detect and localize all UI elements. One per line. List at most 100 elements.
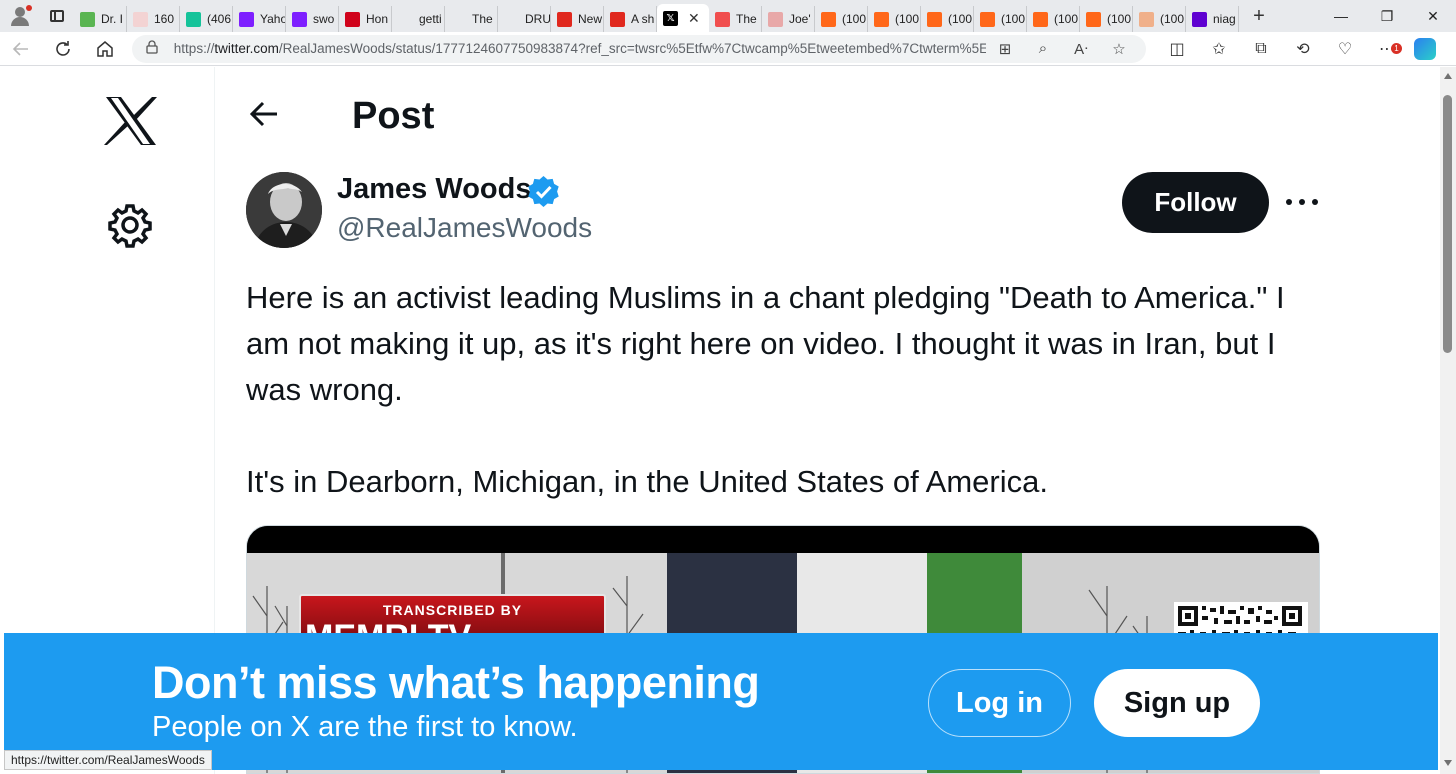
play-icon (80, 11, 95, 27)
banner-subheading: People on X are the first to know. (152, 711, 578, 743)
read-aloud-icon[interactable]: Aᐧ (1062, 40, 1100, 58)
browser-tab[interactable]: Yaho (233, 6, 286, 32)
scroll-thumb[interactable] (1443, 95, 1452, 353)
tweet-text: Here is an activist leading Muslims in a… (246, 275, 1306, 505)
tab-list: Dr. I 160 (406 Yaho swo Hon getti The DRU New A sh… (74, 0, 1239, 32)
browser-tab[interactable]: getti (392, 6, 445, 32)
tweet-text-paragraph: Here is an activist leading Muslims in a… (246, 280, 1285, 407)
substack-icon (927, 11, 942, 27)
app-available-icon[interactable]: ⊞ (986, 40, 1024, 58)
zoom-icon[interactable]: ⌕ (1024, 40, 1062, 58)
watermark-caption: TRANSCRIBED BY (382, 602, 523, 618)
close-window-button[interactable]: ✕ (1410, 8, 1456, 25)
copilot-icon[interactable] (1414, 37, 1436, 60)
follow-button[interactable]: Follow (1122, 172, 1269, 233)
tab-title: (100 (1160, 12, 1185, 26)
tweet-text-paragraph: It's in Dearborn, Michigan, in the Unite… (246, 464, 1048, 499)
browser-tab[interactable]: Hon (339, 6, 392, 32)
address-toolbar: https://twitter.com/RealJamesWoods/statu… (0, 32, 1456, 66)
favorites-icon[interactable]: ✩ (1198, 39, 1240, 59)
browser-tab[interactable]: (100 (1027, 6, 1080, 32)
browser-tab[interactable]: (100 (868, 6, 921, 32)
substack-icon (821, 11, 836, 27)
more-options-icon[interactable] (1286, 187, 1318, 217)
split-screen-icon[interactable]: ◫ (1156, 39, 1198, 59)
reddit-icon (557, 11, 572, 27)
tab-title: getti (419, 12, 442, 26)
browser-tab[interactable]: (100 (1080, 6, 1133, 32)
yahoo-icon (1192, 11, 1207, 27)
news-icon (345, 11, 360, 27)
substack-icon (1033, 11, 1048, 27)
substack-icon (980, 11, 995, 27)
minimize-button[interactable]: — (1318, 8, 1364, 24)
new-tab-button[interactable]: + (1239, 0, 1279, 32)
verified-badge-icon[interactable] (527, 175, 560, 208)
refresh-button[interactable] (42, 32, 84, 66)
browser-tab[interactable]: (100 (815, 6, 868, 32)
refresh-icon (56, 40, 70, 56)
collections-icon[interactable]: ⧉ (1240, 40, 1282, 58)
tab-title: Hon (366, 12, 389, 26)
browser-tab-strip: Dr. I 160 (406 Yaho swo Hon getti The DRU New A sh… (0, 0, 1456, 32)
browser-tab[interactable]: DRU (498, 6, 551, 32)
url-text[interactable]: https://twitter.com/RealJamesWoods/statu… (174, 41, 986, 56)
scroll-down-arrow-icon[interactable] (1444, 760, 1452, 766)
url-scheme: https:// (173, 41, 215, 56)
tab-title: The (472, 12, 493, 26)
tab-title: (100 (842, 12, 867, 26)
lock-icon[interactable] (146, 40, 168, 57)
browser-tab[interactable]: 𝕏 ✕ (657, 4, 709, 32)
browser-tab[interactable]: A sh (604, 6, 657, 32)
link-status-bar: https://twitter.com/RealJamesWoods (4, 750, 212, 770)
x-icon: 𝕏 (663, 10, 678, 26)
settings-gear-icon[interactable] (107, 202, 153, 248)
log-in-button[interactable]: Log in (928, 669, 1071, 737)
page-title: Post (352, 95, 435, 137)
browser-essentials-icon[interactable]: ♡ (1324, 39, 1366, 59)
scroll-up-arrow-icon[interactable] (1444, 73, 1452, 79)
browser-tab[interactable]: The (445, 6, 498, 32)
home-icon (97, 40, 113, 57)
browser-toolbar-icons: ◫ ✩ ⧉ ⟲ ♡ ⋯ 1 (1156, 37, 1436, 60)
browser-tab[interactable]: (100 (1133, 6, 1186, 32)
back-button[interactable] (0, 32, 42, 66)
browser-tab[interactable]: (100 (974, 6, 1027, 32)
url-bar[interactable]: https://twitter.com/RealJamesWoods/statu… (132, 34, 1146, 63)
page-scrollbar[interactable] (1440, 67, 1456, 774)
close-tab-icon[interactable]: ✕ (688, 10, 700, 27)
browser-tab[interactable]: (406 (180, 6, 233, 32)
back-arrow-icon[interactable] (247, 97, 281, 131)
youtube-icon (715, 11, 730, 27)
browser-tab[interactable]: Joe' (762, 6, 815, 32)
reddit-icon (610, 11, 625, 27)
tab-actions-icon[interactable] (40, 0, 74, 32)
tab-title: Joe' (789, 12, 811, 26)
browser-tab[interactable]: 160 (127, 6, 180, 32)
restore-button[interactable]: ❐ (1364, 8, 1410, 25)
substack-icon (874, 11, 889, 27)
browser-tab[interactable]: Dr. I (74, 6, 127, 32)
avatar[interactable] (246, 172, 322, 248)
sign-up-button[interactable]: Sign up (1094, 669, 1260, 737)
user-handle[interactable]: @RealJamesWoods (337, 212, 592, 244)
yahoo-icon (239, 11, 254, 27)
favorite-star-icon[interactable]: ☆ (1100, 40, 1138, 58)
yahoo-icon (292, 11, 307, 27)
browser-tab[interactable]: The (709, 6, 762, 32)
browser-tab[interactable]: niag (1186, 6, 1239, 32)
extensions-icon[interactable]: ⋯ 1 (1366, 39, 1408, 59)
profile-icon[interactable] (0, 0, 40, 32)
home-button[interactable] (84, 32, 126, 66)
news-icon (451, 11, 466, 27)
history-icon[interactable]: ⟲ (1282, 39, 1324, 59)
browser-tab[interactable]: swo (286, 6, 339, 32)
display-name[interactable]: James Woods (337, 173, 531, 206)
tab-title: A sh (631, 12, 655, 26)
browser-tab[interactable]: (100 (921, 6, 974, 32)
drudge-icon (504, 11, 519, 27)
x-logo-icon[interactable] (104, 95, 158, 147)
browser-tab[interactable]: New (551, 6, 604, 32)
tab-title: DRU (525, 12, 550, 26)
tab-title: swo (313, 12, 335, 26)
